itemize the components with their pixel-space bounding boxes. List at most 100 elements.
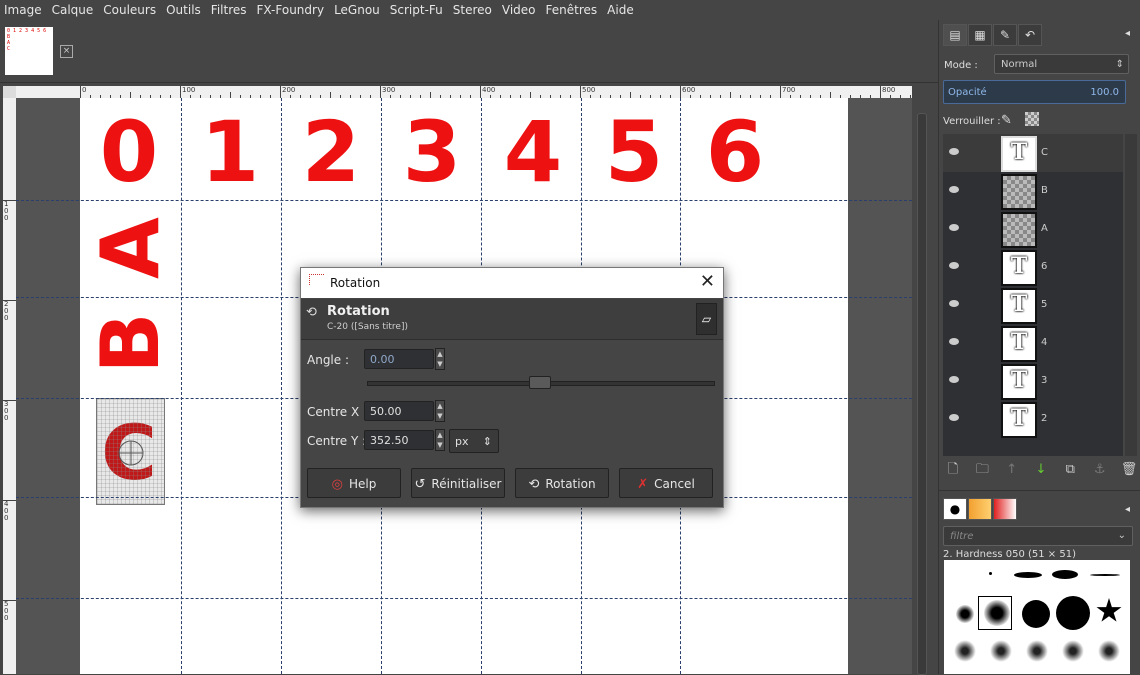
- menu-legnou[interactable]: LeGnou: [329, 0, 385, 20]
- close-icon[interactable]: ×: [60, 45, 73, 58]
- text-layer-icon: T: [1010, 253, 1028, 279]
- centre-x-spinner[interactable]: ▲ ▼: [435, 400, 445, 422]
- layer-row[interactable]: T3: [943, 362, 1123, 400]
- help-button-label: Help: [348, 477, 377, 491]
- paths-icon[interactable]: ✎: [993, 24, 1017, 46]
- centre-y-input[interactable]: 352.50: [364, 430, 434, 450]
- canvas-digit-3: 3: [402, 103, 462, 201]
- menu-fenetres[interactable]: Fenêtres: [541, 0, 603, 20]
- rotate-button[interactable]: ⟲ Rotation: [515, 468, 609, 498]
- eye-icon[interactable]: [949, 300, 959, 307]
- layer-name: 5: [1041, 299, 1048, 310]
- cancel-button[interactable]: ✗ Cancel: [619, 468, 713, 498]
- canvas-vertical-scrollbar[interactable]: [914, 98, 928, 675]
- brush-grid[interactable]: [944, 560, 1130, 674]
- menu-stereo[interactable]: Stereo: [448, 0, 497, 20]
- brushes-tab-icon[interactable]: ●: [943, 498, 967, 520]
- brush-swatch[interactable]: [1096, 598, 1122, 622]
- mode-select[interactable]: Normal ⇕: [994, 54, 1129, 74]
- brush-swatch[interactable]: [1090, 574, 1120, 576]
- image-thumbnail[interactable]: 0 1 2 3 4 5 6 B A C: [5, 27, 53, 75]
- centre-x-input[interactable]: 50.00: [364, 401, 434, 421]
- eye-icon[interactable]: [949, 414, 959, 421]
- brush-swatch[interactable]: [1022, 600, 1050, 628]
- layer-row[interactable]: T5: [943, 286, 1123, 324]
- eye-icon[interactable]: [949, 338, 959, 345]
- eye-icon[interactable]: [949, 148, 959, 155]
- angle-input[interactable]: 0.00: [364, 349, 434, 369]
- layer-row[interactable]: TC: [943, 134, 1123, 172]
- layer-row[interactable]: A: [943, 210, 1123, 248]
- menu-fx-foundry[interactable]: FX-Foundry: [252, 0, 330, 20]
- brush-swatch[interactable]: [954, 640, 976, 662]
- close-icon[interactable]: ✕: [700, 272, 715, 292]
- raise-layer-icon[interactable]: ↑: [1002, 460, 1022, 480]
- delete-layer-icon[interactable]: 🗑: [1119, 460, 1139, 480]
- layer-preview-icon[interactable]: ▱: [696, 303, 717, 335]
- anchor-layer-icon[interactable]: ⚓: [1090, 460, 1110, 480]
- brush-swatch[interactable]: [1014, 572, 1042, 578]
- brush-filter-field[interactable]: filtre ⌄: [943, 526, 1133, 546]
- menu-calque[interactable]: Calque: [47, 0, 99, 20]
- ruler-major-tick: [80, 86, 81, 98]
- layer-group-icon[interactable]: 🗀: [972, 460, 992, 480]
- layer-row[interactable]: B: [943, 172, 1123, 210]
- eye-icon[interactable]: [949, 262, 959, 269]
- layers-icon[interactable]: ▤: [943, 24, 967, 46]
- patterns-tab-icon[interactable]: [968, 498, 992, 520]
- angle-label: Angle :: [307, 353, 350, 367]
- menu-aide[interactable]: Aide: [602, 0, 639, 20]
- text-layer-icon: T: [1010, 139, 1028, 165]
- dock-menu-icon[interactable]: ◂: [1125, 28, 1130, 39]
- help-button[interactable]: ◎ Help: [307, 468, 401, 498]
- new-layer-icon[interactable]: 🗋: [943, 460, 963, 480]
- rotation-preview[interactable]: C: [96, 398, 165, 505]
- layer-row[interactable]: T6: [943, 248, 1123, 286]
- eye-icon[interactable]: [949, 376, 959, 383]
- ruler-top[interactable]: 0 100 200 300 400 500 600 700 800: [16, 86, 912, 98]
- layer-name: B: [1041, 185, 1048, 196]
- angle-spinner[interactable]: ▲ ▼: [435, 348, 445, 370]
- brush-swatch[interactable]: [989, 572, 992, 575]
- angle-slider-handle[interactable]: [529, 376, 551, 389]
- ruler-label: 600: [682, 86, 696, 94]
- brush-swatch[interactable]: [1098, 640, 1120, 662]
- reset-button[interactable]: ↺ Réinitialiser: [411, 468, 505, 498]
- brush-swatch[interactable]: [1062, 640, 1084, 662]
- eye-icon[interactable]: [949, 224, 959, 231]
- layer-row[interactable]: T4: [943, 324, 1123, 362]
- eye-icon[interactable]: [949, 186, 959, 193]
- centre-x-value: 50.00: [370, 405, 402, 418]
- menu-video[interactable]: Video: [497, 0, 541, 20]
- layers-scrollbar[interactable]: [1125, 134, 1137, 456]
- lock-pixels-icon[interactable]: ✎: [1001, 113, 1012, 128]
- menu-outils[interactable]: Outils: [161, 0, 206, 20]
- duplicate-layer-icon[interactable]: ⧉: [1060, 460, 1080, 480]
- layer-name: C: [1041, 147, 1048, 158]
- layer-row[interactable]: T2: [943, 400, 1123, 438]
- lock-alpha-icon[interactable]: [1025, 112, 1039, 126]
- ruler-label: 500: [582, 86, 596, 94]
- guide-horizontal[interactable]: [16, 598, 912, 599]
- layer-thumbnail: [1001, 174, 1037, 210]
- gradients-tab-icon[interactable]: [993, 498, 1017, 520]
- undo-icon[interactable]: ↶: [1018, 24, 1042, 46]
- brush-swatch[interactable]: [1052, 570, 1078, 579]
- ruler-corner[interactable]: [3, 86, 16, 98]
- menu-script-fu[interactable]: Script-Fu: [385, 0, 448, 20]
- menu-filtres[interactable]: Filtres: [206, 0, 252, 20]
- brush-swatch[interactable]: [1056, 596, 1090, 630]
- ruler-left[interactable]: 1 0 0 2 0 0 3 0 0 4 0 0 5 0 0: [3, 98, 16, 674]
- brush-swatch[interactable]: [990, 640, 1012, 662]
- menu-couleurs[interactable]: Couleurs: [98, 0, 161, 20]
- brush-swatch[interactable]: [956, 605, 974, 623]
- centre-y-spinner[interactable]: ▲ ▼: [435, 429, 445, 451]
- dialog-titlebar[interactable]: Rotation ✕: [301, 268, 723, 298]
- channels-icon[interactable]: ▦: [968, 24, 992, 46]
- lower-layer-icon[interactable]: ↓: [1031, 460, 1051, 480]
- unit-select[interactable]: px ⇕: [449, 429, 499, 453]
- brush-swatch[interactable]: [1026, 640, 1048, 662]
- opacity-field[interactable]: Opacité 100.0: [943, 80, 1126, 104]
- dock-menu-icon[interactable]: ◂: [1125, 504, 1130, 515]
- menu-image[interactable]: Image: [0, 0, 47, 20]
